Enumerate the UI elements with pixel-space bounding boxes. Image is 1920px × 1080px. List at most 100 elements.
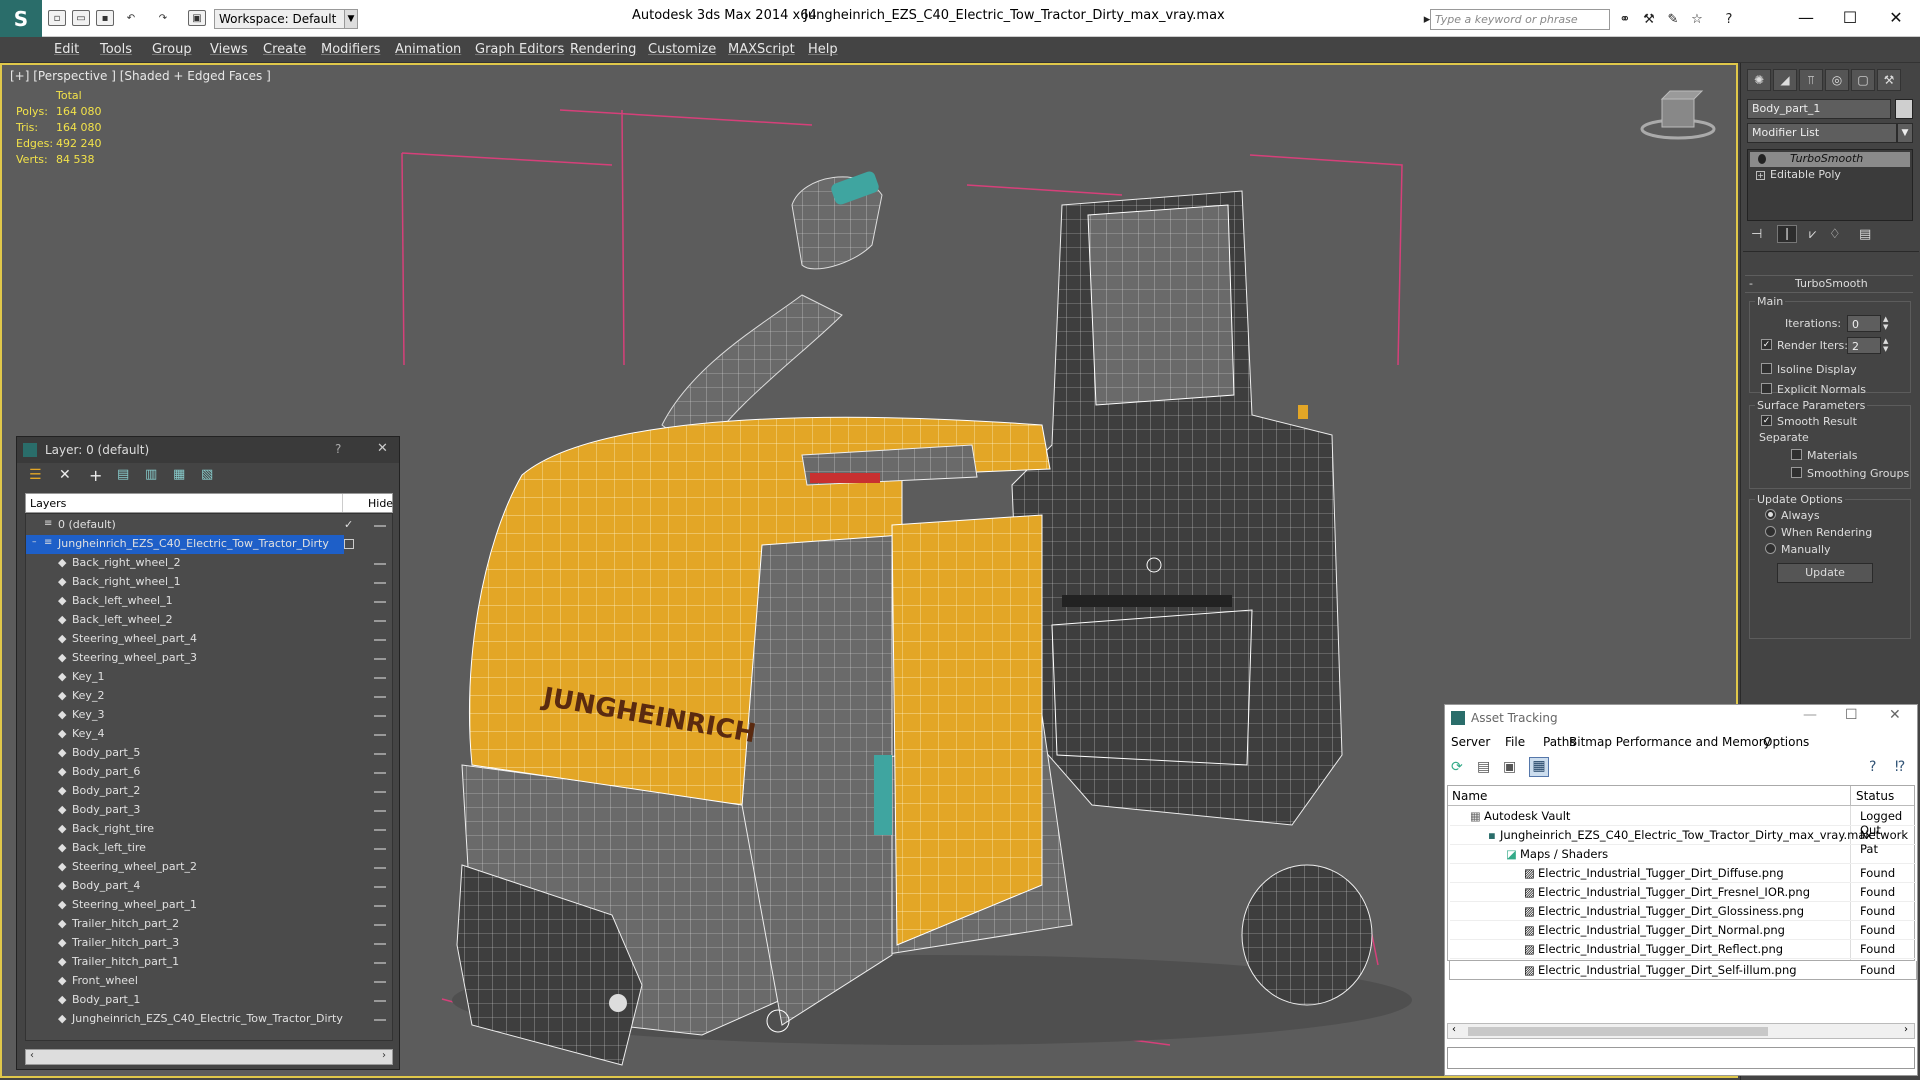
table-row[interactable]: ▨ Electric_Industrial_Tugger_Dirt_Normal.… [1450, 921, 1916, 940]
list-item[interactable]: ◆ Back_right_wheel_1 [26, 573, 392, 592]
lightbulb-icon[interactable] [1758, 154, 1766, 164]
table-row[interactable]: ▨ Electric_Industrial_Tugger_Dirt_Self-il… [1449, 961, 1917, 980]
table-view-icon[interactable]: ▦ [1529, 757, 1549, 777]
list-item[interactable]: ◆ Trailer_hitch_part_3 [26, 934, 392, 953]
table-row[interactable]: ▪ Jungheinrich_EZS_C40_Electric_Tow_Tract… [1450, 826, 1916, 856]
menu-edit[interactable]: Edit [54, 42, 79, 57]
turbosmooth-rollout-header[interactable]: - TurboSmooth [1745, 275, 1913, 293]
list-item[interactable]: ◆ Back_right_tire [26, 820, 392, 839]
motion-tab-icon[interactable]: ◎ [1825, 69, 1849, 91]
menu-modifiers[interactable]: Modifiers [321, 42, 380, 57]
menu-bitmap-performance[interactable]: Bitmap Performance and Memory [1569, 735, 1771, 749]
table-row[interactable]: ▨ Electric_Industrial_Tugger_Dirt_Diffuse… [1450, 864, 1916, 883]
select-objects-icon[interactable]: ▥ [145, 467, 157, 482]
list-item[interactable]: ◆ Key_1 [26, 668, 392, 687]
always-radio[interactable] [1765, 509, 1776, 520]
table-row[interactable]: ▨ Electric_Industrial_Tugger_Dirt_Glossin… [1450, 902, 1916, 921]
minimize-button[interactable]: — [1803, 707, 1817, 723]
workspace-dropdown[interactable]: Workspace: Default [214, 9, 354, 29]
help-icon[interactable]: ? [1869, 759, 1876, 775]
render-iters-spinner-arrows[interactable]: ▲ ▼ [1883, 337, 1891, 354]
col-name[interactable]: Name [1452, 789, 1487, 803]
show-end-result-icon[interactable]: ❘ [1777, 225, 1797, 243]
minimize-button[interactable]: — [1786, 2, 1826, 32]
list-item[interactable]: ◆ Back_left_wheel_2 [26, 611, 392, 630]
layers-icon[interactable]: ☰ [29, 467, 42, 483]
menu-group[interactable]: Group [152, 42, 192, 57]
menu-maxscript[interactable]: MAXScript [728, 42, 795, 57]
explicit-normals-checkbox[interactable] [1761, 383, 1772, 394]
maximize-button[interactable]: ☐ [1830, 2, 1870, 32]
render-iters-spinner[interactable]: 2 [1847, 337, 1881, 354]
menu-options[interactable]: Options [1763, 735, 1809, 749]
list-view-icon[interactable]: ▤ [1477, 759, 1490, 775]
stack-item-turbosmooth[interactable]: TurboSmooth [1750, 152, 1910, 167]
horizontal-scrollbar[interactable]: ‹ › [1447, 1023, 1915, 1039]
binoculars-icon[interactable]: ⚭ [1616, 10, 1634, 28]
menu-file[interactable]: File [1505, 735, 1525, 749]
list-item[interactable]: ◆ Key_4 [26, 725, 392, 744]
materials-checkbox[interactable] [1791, 449, 1802, 460]
layer-row-selected[interactable]: – ≡ Jungheinrich_EZS_C40_Electric_Tow_Tr… [26, 535, 344, 554]
object-name-field[interactable]: Body_part_1 [1747, 99, 1891, 119]
list-item[interactable]: ◆ Front_wheel [26, 972, 392, 991]
list-item[interactable]: ◆ Steering_wheel_part_3 [26, 649, 392, 668]
iterations-spinner-arrows[interactable]: ▲ ▼ [1883, 315, 1891, 332]
maximize-button[interactable]: ☐ [1845, 707, 1858, 723]
list-item[interactable]: ◆ Back_left_wheel_1 [26, 592, 392, 611]
list-item[interactable]: ◆ Steering_wheel_part_4 [26, 630, 392, 649]
isoline-checkbox[interactable] [1761, 363, 1772, 374]
modify-tab-icon[interactable]: ◢ [1773, 69, 1797, 91]
table-row[interactable]: ◪ Maps / Shaders [1450, 845, 1916, 864]
layer-row-default[interactable]: ≡ 0 (default) ✓ [26, 516, 392, 535]
utilities-tab-icon[interactable]: ⚒ [1877, 69, 1901, 91]
close-icon[interactable]: ✕ [377, 441, 388, 456]
list-item[interactable]: ◆ Jungheinrich_EZS_C40_Electric_Tow_Tract… [26, 1010, 392, 1029]
configure-sets-icon[interactable]: ▤ [1859, 227, 1871, 242]
open-file-icon[interactable]: ▭ [72, 10, 90, 26]
path-input[interactable] [1447, 1047, 1915, 1069]
make-unique-icon[interactable]: ⩗ [1809, 227, 1816, 242]
remove-modifier-icon[interactable]: ♢ [1829, 227, 1841, 242]
help-icon[interactable]: ? [335, 442, 341, 456]
menu-tools[interactable]: Tools [100, 42, 132, 57]
add-selected-icon[interactable]: ▤ [117, 467, 129, 482]
stack-item-editable-poly[interactable]: Editable Poly [1750, 168, 1910, 183]
list-item[interactable]: ◆ Body_part_2 [26, 782, 392, 801]
layer-explorer-titlebar[interactable]: Layer: 0 (default) ? ✕ [17, 437, 399, 463]
highlight-layer-icon[interactable]: ▦ [173, 467, 185, 482]
help-icon[interactable]: ? [1720, 10, 1738, 28]
subscription-icon[interactable]: ⚒ [1640, 10, 1658, 28]
menu-rendering[interactable]: Rendering [570, 42, 636, 57]
current-layer-box[interactable] [344, 539, 354, 549]
list-item[interactable]: ◆ Body_part_6 [26, 763, 392, 782]
menu-customize[interactable]: Customize [648, 42, 716, 57]
menu-server[interactable]: Server [1451, 735, 1490, 749]
table-row[interactable]: ▨ Electric_Industrial_Tugger_Dirt_Fresnel… [1450, 883, 1916, 902]
manually-radio[interactable] [1765, 543, 1776, 554]
list-item[interactable]: ◆ Steering_wheel_part_2 [26, 858, 392, 877]
hierarchy-tab-icon[interactable]: ⫪ [1799, 69, 1823, 91]
favorites-star-icon[interactable]: ☆ [1688, 10, 1706, 28]
list-item[interactable]: ◆ Trailer_hitch_part_1 [26, 953, 392, 972]
table-row[interactable]: ▦ Autodesk Vault Logged Out [1450, 807, 1916, 837]
display-tab-icon[interactable]: ▢ [1851, 69, 1875, 91]
communication-icon[interactable]: ✎ [1664, 10, 1682, 28]
smooth-result-checkbox[interactable]: ✓ [1761, 415, 1772, 426]
chevron-down-icon[interactable]: ▼ [1897, 123, 1913, 143]
menu-graph-editors[interactable]: Graph Editors [475, 42, 564, 57]
menu-animation[interactable]: Animation [395, 42, 461, 57]
list-item[interactable]: ◆ Key_2 [26, 687, 392, 706]
menu-help[interactable]: Help [808, 42, 838, 57]
list-item[interactable]: ◆ Body_part_5 [26, 744, 392, 763]
project-folder-icon[interactable]: ▣ [188, 10, 206, 26]
save-file-icon[interactable]: ▪ [96, 10, 114, 26]
object-color-swatch[interactable] [1895, 99, 1913, 119]
when-rendering-radio[interactable] [1765, 526, 1776, 537]
delete-layer-icon[interactable]: ✕ [59, 467, 71, 483]
close-button[interactable]: ✕ [1889, 707, 1901, 723]
list-item[interactable]: ◆ Body_part_4 [26, 877, 392, 896]
horizontal-scrollbar[interactable]: ‹ › [25, 1049, 393, 1065]
context-help-icon[interactable]: ⁉ [1895, 759, 1905, 775]
pin-stack-icon[interactable]: ⊣ [1751, 227, 1762, 242]
